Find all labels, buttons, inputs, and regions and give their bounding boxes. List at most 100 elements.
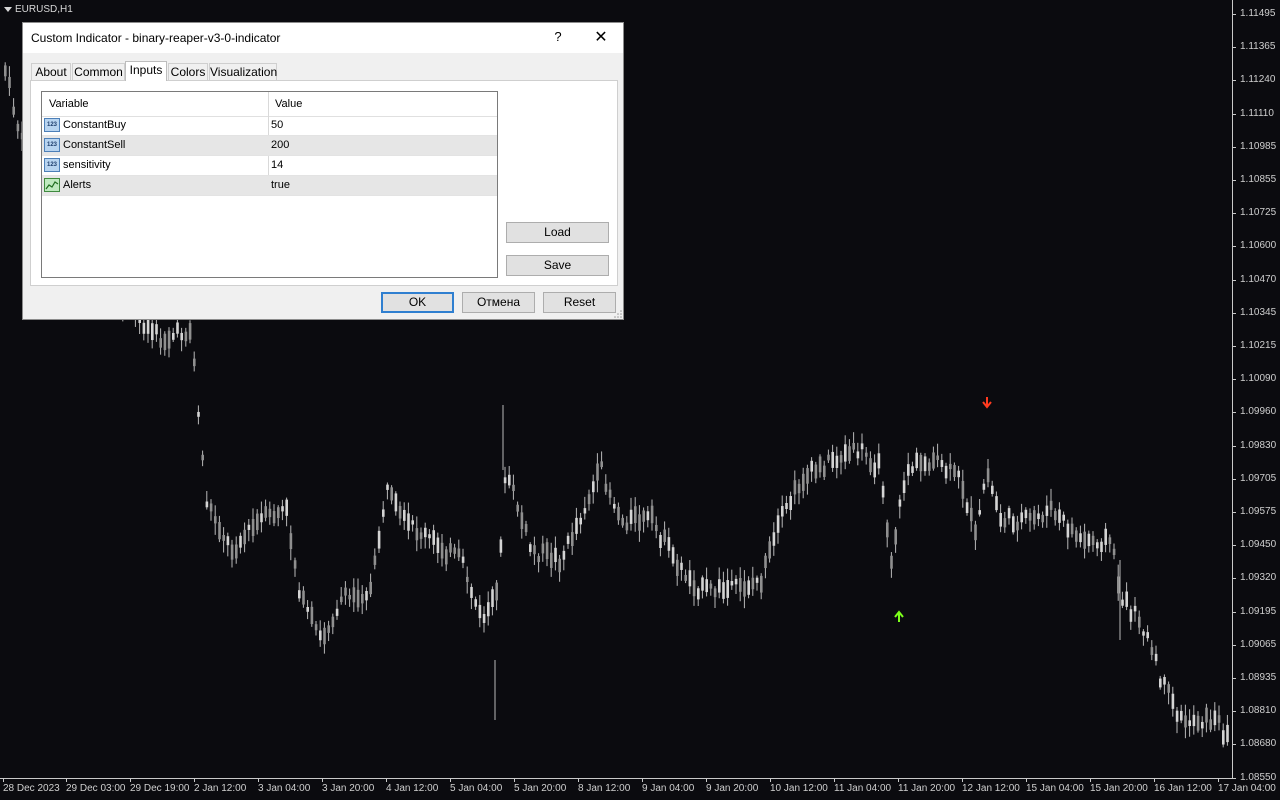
- candle-body: [1091, 535, 1095, 546]
- tab-about[interactable]: About: [31, 63, 71, 80]
- variable-name: ConstantBuy: [63, 119, 126, 131]
- table-row[interactable]: 123 ConstantSell 200: [42, 136, 497, 156]
- candle-body: [902, 480, 906, 493]
- price-label: 1.10985: [1240, 140, 1277, 152]
- variable-value[interactable]: 200: [271, 139, 289, 151]
- candle-body: [348, 594, 351, 600]
- price-label: 1.11110: [1240, 107, 1274, 119]
- price-label: 1.10600: [1240, 240, 1277, 252]
- candle-body: [789, 496, 792, 511]
- candle-body: [377, 530, 381, 549]
- candle-body: [638, 514, 641, 531]
- candle-body: [1028, 512, 1032, 521]
- price-label: 1.10090: [1240, 373, 1277, 385]
- candle-body: [776, 515, 780, 533]
- candle-body: [797, 483, 801, 494]
- candle-body: [428, 534, 431, 539]
- candle-body: [625, 522, 629, 531]
- variable-value[interactable]: true: [271, 179, 290, 191]
- candle-body: [449, 543, 452, 553]
- candle-body: [621, 517, 624, 526]
- candle-body: [970, 507, 973, 522]
- candle-body: [1121, 599, 1124, 606]
- close-icon[interactable]: ✕: [589, 27, 613, 49]
- candle-body: [873, 462, 876, 478]
- column-variable[interactable]: Variable: [49, 98, 89, 110]
- time-label: 11 Jan 20:00: [898, 783, 956, 794]
- resize-grip-icon[interactable]: [614, 310, 622, 318]
- candle-body: [1171, 693, 1175, 709]
- candle-body: [445, 549, 448, 565]
- candle-body: [403, 509, 406, 521]
- candle-body: [1142, 631, 1145, 636]
- tab-colors[interactable]: Colors: [168, 63, 208, 80]
- candle-body: [226, 536, 230, 546]
- table-row[interactable]: 123 sensitivity 14: [42, 156, 497, 176]
- time-tick: [1154, 778, 1155, 782]
- candle-body: [592, 481, 595, 493]
- candle-body: [461, 556, 465, 563]
- candle-body: [860, 443, 864, 450]
- candle-body: [1129, 609, 1133, 622]
- time-tick: [386, 778, 387, 782]
- candle-body: [718, 579, 721, 593]
- candle-body: [1112, 548, 1116, 556]
- time-tick: [130, 778, 131, 782]
- candle-body: [953, 465, 956, 478]
- candle-body: [1188, 720, 1191, 727]
- tab-inputs[interactable]: Inputs: [125, 61, 167, 81]
- load-button[interactable]: Load: [506, 222, 609, 243]
- cancel-button[interactable]: Отмена: [462, 292, 535, 313]
- alert-graph-icon: [45, 181, 59, 190]
- candle-body: [554, 547, 557, 563]
- candle-body: [869, 458, 872, 473]
- candle-body: [1075, 530, 1078, 542]
- candle-body: [491, 589, 494, 607]
- candle-body: [298, 590, 301, 599]
- variable-value[interactable]: 50: [271, 119, 283, 131]
- candle-body: [772, 532, 776, 546]
- column-value[interactable]: Value: [275, 98, 302, 110]
- candle-body: [1125, 591, 1128, 607]
- candle-body: [629, 509, 633, 524]
- candle-body: [835, 455, 839, 468]
- candle-body: [1100, 541, 1103, 553]
- dialog-titlebar[interactable]: Custom Indicator - binary-reaper-v3-0-in…: [23, 23, 623, 53]
- candle-body: [4, 65, 7, 77]
- time-axis: [0, 778, 1232, 779]
- candle-body: [1070, 523, 1074, 535]
- candle-body: [1192, 714, 1196, 727]
- price-tick: [1232, 113, 1236, 115]
- tab-common[interactable]: Common: [72, 63, 125, 80]
- candle-body: [474, 599, 477, 607]
- candle-body: [650, 505, 654, 524]
- table-row[interactable]: Alerts true: [42, 176, 497, 196]
- candle-body: [142, 322, 146, 334]
- candle-body: [545, 542, 549, 560]
- candle-body: [482, 613, 486, 623]
- candle-body: [608, 489, 612, 498]
- ok-button[interactable]: OK: [381, 292, 454, 313]
- time-label: 8 Jan 12:00: [578, 783, 631, 794]
- candle-body: [1003, 518, 1007, 528]
- candle-body: [167, 330, 171, 349]
- price-label: 1.08680: [1240, 738, 1277, 750]
- candle-body: [1062, 514, 1065, 521]
- numeric-icon: 123: [44, 138, 60, 152]
- tab-visualization[interactable]: Visualization: [209, 63, 277, 80]
- candle-body: [692, 580, 696, 597]
- table-row[interactable]: 123 ConstantBuy 50: [42, 116, 497, 136]
- candle-body: [172, 332, 175, 340]
- price-label: 1.10725: [1240, 207, 1277, 219]
- candle-body: [306, 606, 309, 612]
- reset-button[interactable]: Reset: [543, 292, 616, 313]
- candle-body: [436, 537, 440, 553]
- time-tick: [898, 778, 899, 782]
- time-label: 9 Jan 04:00: [642, 783, 695, 794]
- candle-body: [1222, 730, 1225, 745]
- help-icon[interactable]: ?: [551, 27, 565, 47]
- candle-body: [193, 358, 196, 367]
- save-button[interactable]: Save: [506, 255, 609, 276]
- time-label: 15 Jan 04:00: [1026, 783, 1084, 794]
- variable-value[interactable]: 14: [271, 159, 283, 171]
